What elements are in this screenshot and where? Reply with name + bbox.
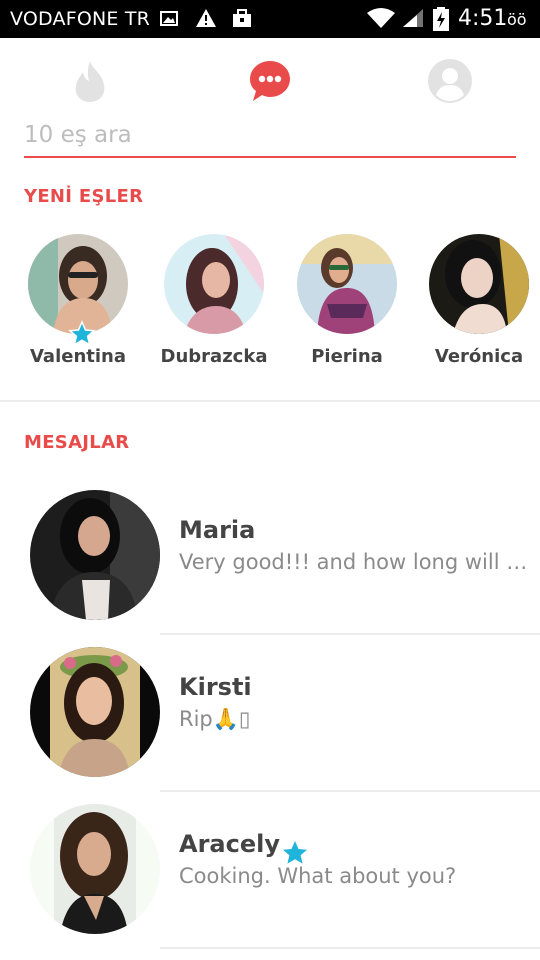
messages-title: MESAJLAR — [24, 432, 130, 453]
wifi-icon — [366, 7, 396, 33]
match-item[interactable]: Dubrazcka — [148, 234, 280, 374]
message-preview: Very good!!! and how long will you be in — [179, 550, 529, 574]
avatar — [297, 234, 397, 334]
signal-icon — [401, 7, 425, 33]
super-like-star-icon — [281, 839, 309, 867]
avatar — [30, 647, 160, 777]
briefcase-icon — [231, 7, 253, 33]
image-icon — [160, 7, 178, 33]
avatar — [30, 804, 160, 934]
match-item[interactable]: Valentina — [12, 234, 144, 374]
tab-profile[interactable] — [427, 58, 473, 104]
match-name: Pierina — [311, 346, 383, 367]
tab-discover[interactable] — [67, 58, 113, 104]
profile-icon — [428, 59, 472, 103]
warning-icon — [195, 7, 217, 33]
row-divider — [160, 947, 540, 949]
new-matches-title: YENİ EŞLER — [24, 186, 144, 207]
search-input[interactable] — [24, 116, 516, 154]
carrier-label: VODAFONE TR — [10, 8, 151, 30]
message-contact-name: Maria — [179, 516, 256, 544]
flame-icon — [75, 61, 105, 102]
chat-bubble-icon — [250, 61, 290, 101]
message-row[interactable]: Kirsti Rip🙏▯ — [0, 635, 540, 792]
status-bar: VODAFONE TR 4:51 öö — [0, 0, 540, 38]
avatar — [30, 490, 160, 620]
avatar — [28, 234, 128, 334]
battery-charging-icon — [432, 7, 450, 35]
message-contact-name: Kirsti — [179, 673, 252, 701]
message-row[interactable]: Maria Very good!!! and how long will you… — [0, 478, 540, 635]
tab-messages[interactable] — [247, 58, 293, 104]
message-preview: Rip🙏▯ — [179, 707, 251, 731]
clock-time: 4:51 — [458, 6, 508, 31]
match-item[interactable]: Pierina — [281, 234, 413, 374]
match-item[interactable]: Verónica — [413, 234, 540, 374]
avatar — [429, 234, 529, 334]
avatar — [164, 234, 264, 334]
match-name: Verónica — [434, 346, 524, 367]
message-row[interactable]: Aracely Cooking. What about you? — [0, 792, 540, 949]
clock-period: öö — [507, 10, 527, 29]
super-like-star-icon — [68, 320, 96, 348]
message-contact-name: Aracely — [179, 830, 280, 858]
section-divider — [0, 400, 540, 402]
top-navigation — [0, 38, 540, 124]
match-name: Dubrazcka — [160, 346, 268, 367]
match-name: Valentina — [29, 346, 127, 367]
search-bar — [24, 116, 516, 158]
message-preview: Cooking. What about you? — [179, 864, 457, 888]
